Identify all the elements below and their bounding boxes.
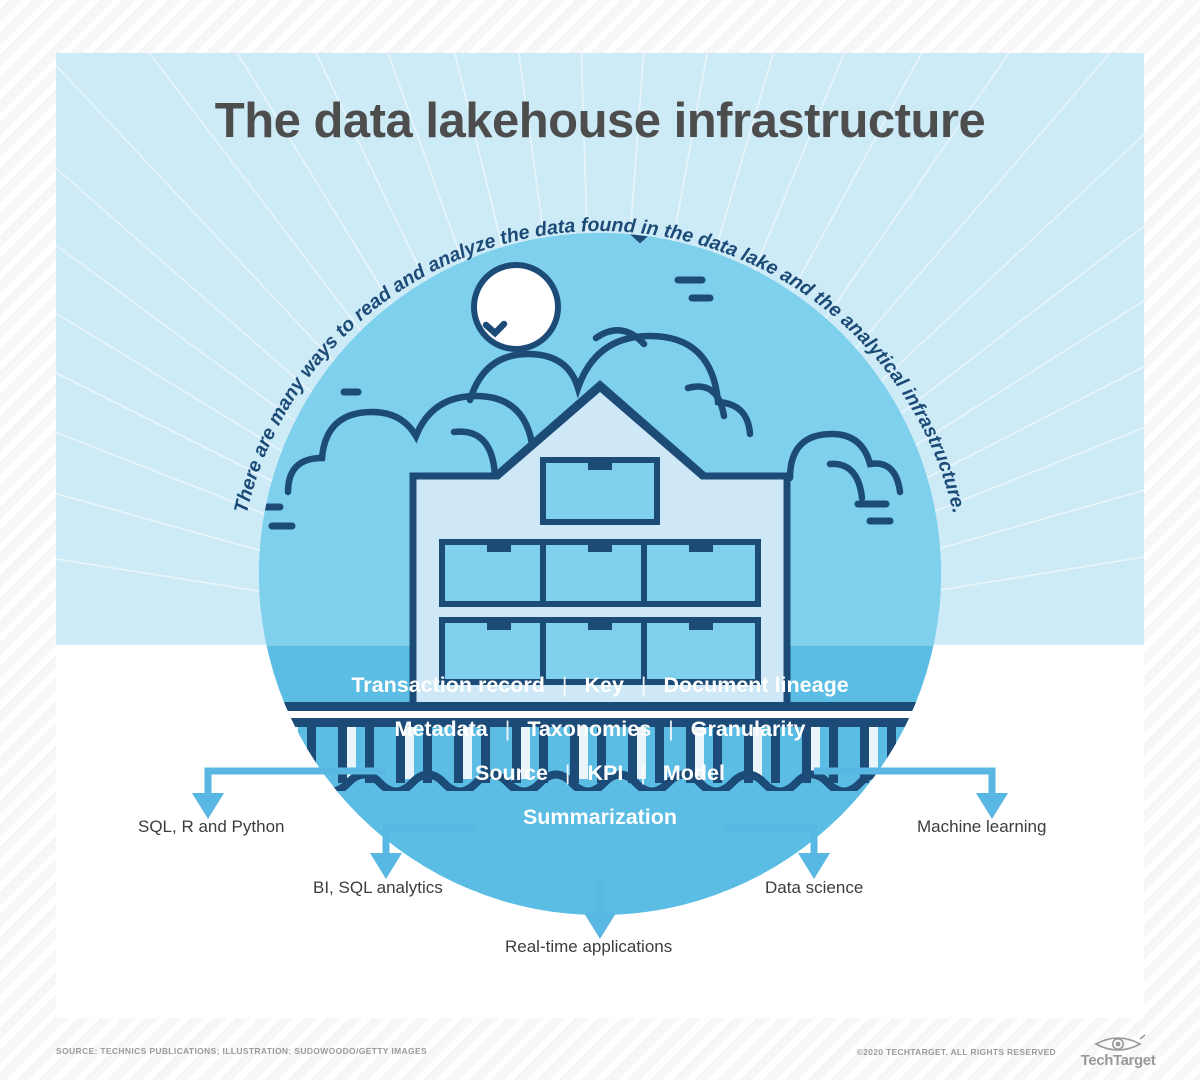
keyword-kpi: KPI	[587, 761, 624, 785]
outcome-label-bi-sql-analytics: BI, SQL analytics	[313, 878, 443, 897]
arrowhead-real-time-apps	[584, 913, 616, 939]
outcome-label-data-science: Data science	[765, 878, 864, 897]
keyword-document-lineage: Document lineage	[663, 673, 849, 697]
sun-icon	[471, 262, 561, 352]
keyword-separator: |	[561, 673, 568, 697]
techtarget-wordmark: TechTarget	[1080, 1052, 1156, 1069]
copyright-notice: ©2020 TECHTARGET. ALL RIGHTS RESERVED	[856, 1047, 1056, 1057]
source-credit: SOURCE: TECHNICS PUBLICATIONS; ILLUSTRAT…	[56, 1046, 428, 1056]
keyword-row-2: Metadata | Taxonomies | Granularity	[56, 707, 1144, 751]
keyword-separator: |	[640, 761, 646, 785]
keyword-key: Key	[584, 673, 624, 697]
page-title: The data lakehouse infrastructure	[214, 94, 986, 148]
infographic-card: The data lakehouse infrastructure There …	[56, 53, 1144, 1018]
keyword-taxonomies: Taxonomies	[527, 717, 652, 741]
keyword-row-1: Transaction record | Key | Document line…	[56, 663, 1144, 707]
keyword-model: Model	[662, 761, 725, 785]
keyword-granularity: Granularity	[690, 717, 806, 741]
keyword-separator: |	[564, 761, 571, 785]
infographic-stage: The data lakehouse infrastructure There …	[0, 0, 1200, 1080]
keyword-summarization: Summarization	[522, 805, 678, 829]
outcome-label-sql-r-python: SQL, R and Python	[138, 817, 285, 836]
keyword-source: Source	[475, 761, 548, 785]
keyword-transaction-record: Transaction record	[351, 673, 545, 697]
outcome-label-machine-learning: Machine learning	[917, 817, 1047, 836]
keyword-list: Transaction record | Key | Document line…	[56, 663, 1144, 839]
keyword-separator: |	[668, 717, 674, 741]
keyword-row-3: Source | KPI | Model	[56, 751, 1144, 795]
keyword-separator: |	[504, 717, 511, 741]
keyword-separator: |	[640, 673, 647, 697]
outcome-label-real-time-apps: Real-time applications	[505, 937, 673, 956]
keyword-metadata: Metadata	[394, 717, 488, 741]
